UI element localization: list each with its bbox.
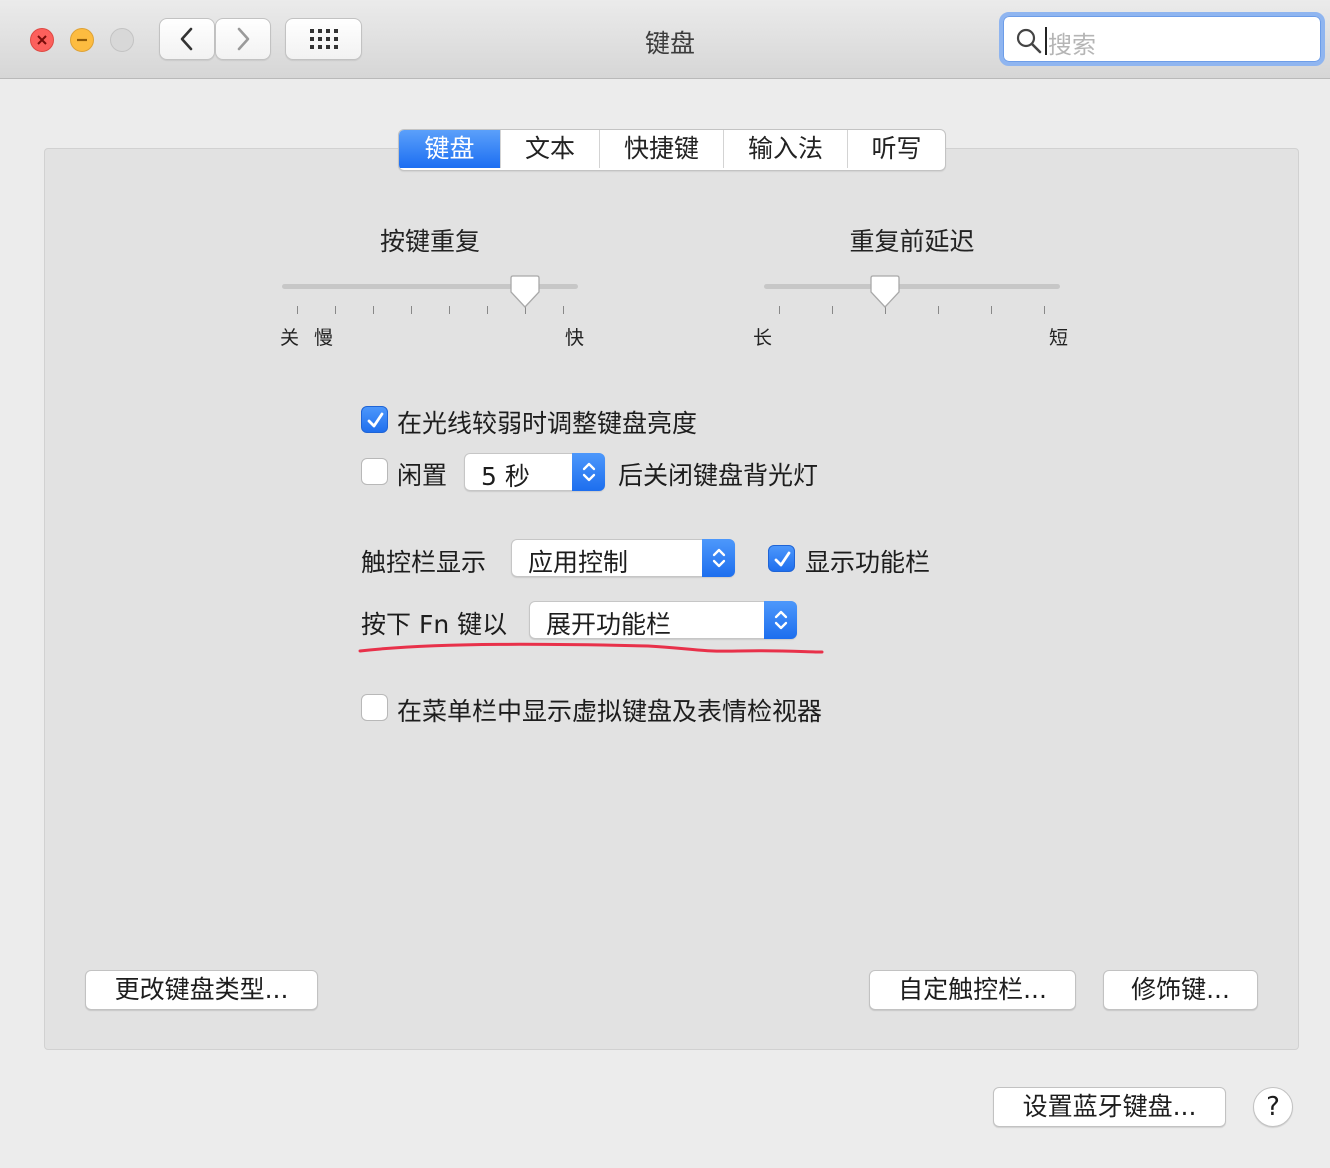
key-repeat-tick xyxy=(297,306,298,314)
delay-slider-knob[interactable] xyxy=(869,274,901,310)
delay-long-label: 长 xyxy=(753,327,773,349)
key-repeat-slow-label: 慢 xyxy=(314,327,334,349)
popup-stepper xyxy=(702,539,735,577)
chevron-up-down-icon xyxy=(582,462,596,482)
tab-text[interactable]: 文本 xyxy=(500,130,599,168)
key-repeat-tick xyxy=(411,306,412,314)
press-fn-label: 按下 Fn 键以 xyxy=(361,610,508,639)
adjust-brightness-checkbox[interactable] xyxy=(361,406,388,433)
key-repeat-slider-knob[interactable] xyxy=(509,274,541,310)
idle-after-label: 后关闭键盘背光灯 xyxy=(618,461,819,490)
key-repeat-off-label: 关 xyxy=(280,327,300,349)
change-keyboard-type-button[interactable]: 更改键盘类型... xyxy=(85,970,318,1010)
search-icon xyxy=(1016,28,1042,54)
adjust-brightness-label: 在光线较弱时调整键盘亮度 xyxy=(397,409,698,438)
checkmark-icon xyxy=(774,551,791,567)
tab-shortcuts[interactable]: 快捷键 xyxy=(599,130,723,168)
search-field[interactable]: 搜索 xyxy=(999,12,1325,66)
chevron-up-down-icon xyxy=(712,548,726,568)
delay-short-label: 短 xyxy=(1049,327,1069,349)
idle-backlight-checkbox[interactable] xyxy=(361,458,388,485)
text-cursor xyxy=(1045,27,1047,55)
delay-track xyxy=(764,284,1060,289)
key-repeat-fast-label: 快 xyxy=(565,327,585,349)
modifier-keys-button[interactable]: 修饰键... xyxy=(1103,970,1258,1010)
delay-tick xyxy=(991,306,992,314)
key-repeat-title: 按键重复 xyxy=(379,227,480,256)
show-keyboard-viewer-checkbox[interactable] xyxy=(361,694,388,721)
touchbar-shows-label: 触控栏显示 xyxy=(361,548,487,577)
chevron-up-down-icon xyxy=(774,610,788,630)
key-repeat-tick xyxy=(373,306,374,314)
idle-time-popup[interactable]: 5 秒 xyxy=(464,453,605,491)
tab-dictation[interactable]: 听写 xyxy=(847,130,945,168)
key-repeat-tick xyxy=(487,306,488,314)
delay-title: 重复前延迟 xyxy=(849,227,975,256)
tab-bar: 键盘 文本 快捷键 输入法 听写 xyxy=(398,129,946,171)
key-repeat-tick xyxy=(449,306,450,314)
popup-stepper xyxy=(572,453,605,491)
press-fn-value: 展开功能栏 xyxy=(546,610,672,639)
key-repeat-tick xyxy=(335,306,336,314)
touchbar-shows-popup[interactable]: 应用控制 xyxy=(511,539,735,577)
delay-tick xyxy=(779,306,780,314)
red-underline-annotation xyxy=(358,642,824,654)
show-keyboard-viewer-label: 在菜单栏中显示虚拟键盘及表情检视器 xyxy=(397,697,823,726)
press-fn-popup[interactable]: 展开功能栏 xyxy=(529,601,797,639)
help-button[interactable]: ? xyxy=(1253,1087,1293,1127)
show-control-strip-checkbox[interactable] xyxy=(768,545,795,572)
delay-tick xyxy=(1044,306,1045,314)
tab-keyboard[interactable]: 键盘 xyxy=(399,130,500,168)
checkmark-icon xyxy=(367,412,384,428)
customize-touchbar-button[interactable]: 自定触控栏... xyxy=(869,970,1076,1010)
key-repeat-tick xyxy=(563,306,564,314)
show-control-strip-label: 显示功能栏 xyxy=(805,548,931,577)
setup-bluetooth-keyboard-button[interactable]: 设置蓝牙键盘... xyxy=(993,1087,1226,1127)
delay-tick xyxy=(832,306,833,314)
tab-input-sources[interactable]: 输入法 xyxy=(723,130,847,168)
search-placeholder: 搜索 xyxy=(1048,31,1096,59)
idle-label: 闲置 xyxy=(397,461,448,490)
keyboard-panel xyxy=(44,148,1299,1050)
idle-time-value: 5 秒 xyxy=(481,462,530,491)
delay-tick xyxy=(938,306,939,314)
touchbar-shows-value: 应用控制 xyxy=(528,548,629,577)
popup-stepper xyxy=(764,601,797,639)
